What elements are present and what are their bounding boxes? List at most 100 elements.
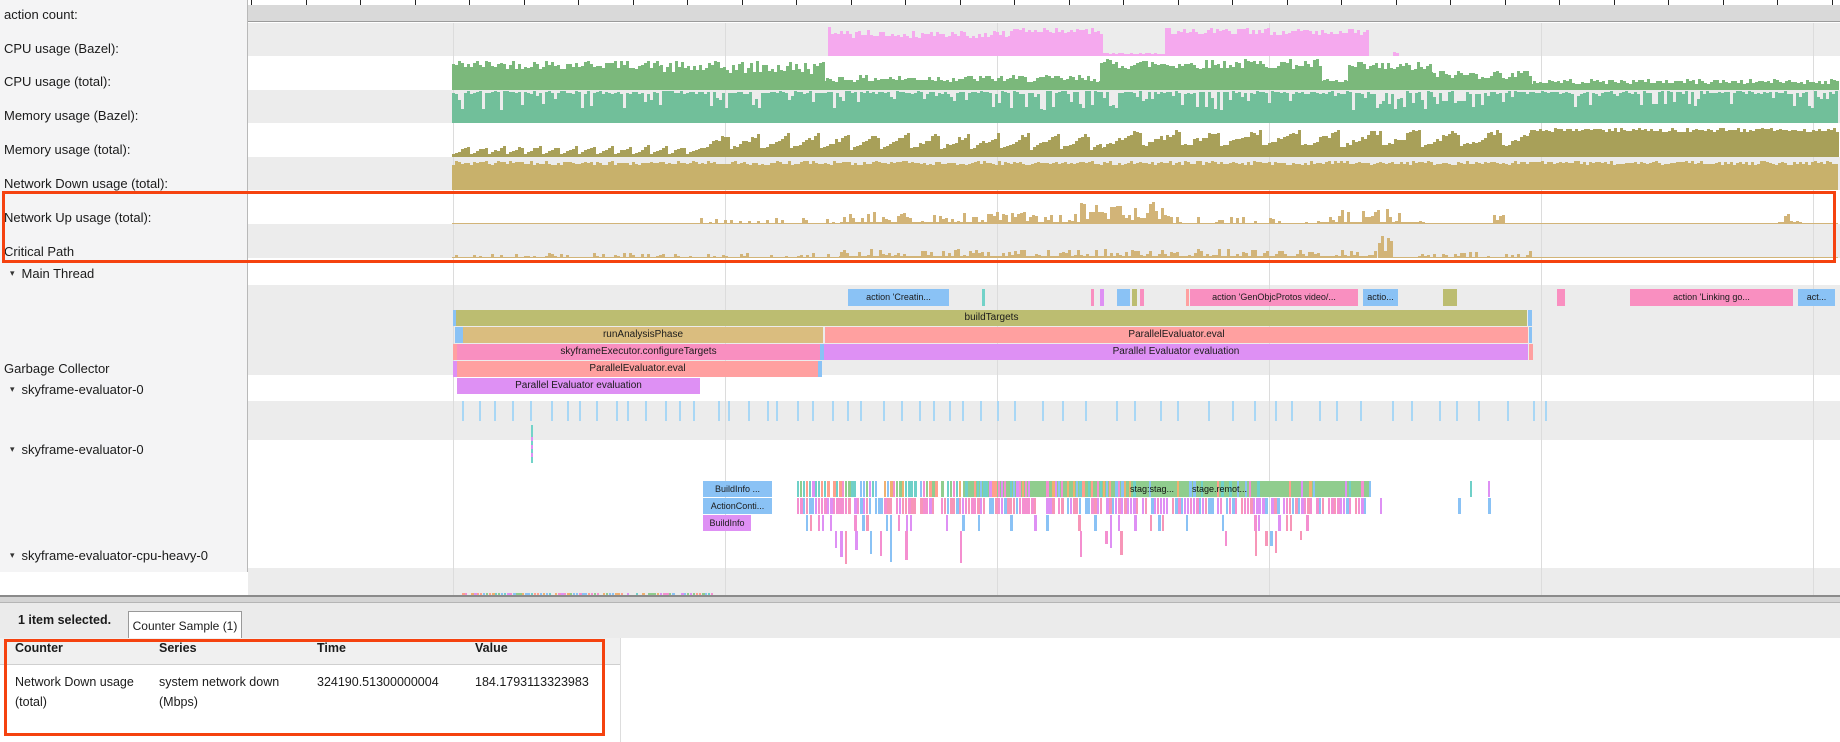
gc-tick (567, 401, 569, 421)
trace-event[interactable]: ActionConti... (703, 498, 772, 514)
trace-sliver (1301, 481, 1303, 497)
sidebar-item-8[interactable]: ▾Main Thread (0, 265, 246, 281)
panel-resize-handle[interactable] (0, 595, 1840, 603)
trace-sliver (803, 481, 805, 497)
trace-event[interactable] (455, 327, 463, 343)
trace-sliver (821, 498, 823, 514)
sidebar-item-0[interactable]: action count: (0, 6, 250, 22)
trace-sliver (1283, 498, 1285, 514)
trace-event[interactable]: skyframeExecutor.configureTargets (457, 344, 820, 360)
collapse-arrow-icon[interactable]: ▾ (10, 444, 15, 455)
trace-event[interactable]: BuildInfo ... (703, 481, 772, 497)
trace-sliver (1078, 515, 1081, 531)
trace-sliver (855, 531, 858, 550)
trace-event[interactable] (1091, 289, 1094, 306)
trace-sliver (1166, 498, 1168, 514)
sidebar-item-1[interactable]: CPU usage (Bazel): (0, 40, 250, 56)
trace-event[interactable]: Parallel Evaluator evaluation (457, 378, 700, 394)
track-label: Garbage Collector (4, 361, 110, 376)
timeline-canvas[interactable]: action 'Creatin... action 'GenObjcProtos … (0, 23, 1840, 595)
trace-event[interactable] (1100, 289, 1104, 306)
trace-sliver (953, 498, 955, 514)
trace-sliver (1225, 531, 1227, 546)
trace-sliver (1340, 498, 1342, 514)
trace-event[interactable] (818, 361, 822, 377)
sidebar-item-5[interactable]: Network Down usage (total): (0, 175, 250, 191)
trace-sliver (1091, 481, 1093, 497)
sidebar-item-7[interactable]: Critical Path (0, 243, 250, 259)
trace-sliver (946, 515, 948, 531)
trace-event[interactable] (1117, 289, 1130, 306)
trace-event[interactable]: actio... (1363, 289, 1398, 306)
trace-sliver (848, 498, 851, 514)
trace-sliver (962, 515, 965, 531)
trace-sliver (1345, 481, 1347, 497)
trace-sliver (824, 481, 826, 497)
trace-event[interactable] (1140, 289, 1144, 306)
trace-event[interactable]: BuildInfo (703, 515, 751, 531)
trace-sliver (1061, 481, 1063, 497)
trace-event[interactable] (1529, 344, 1533, 360)
trace-event-label: stage.remot... (1192, 484, 1247, 494)
gc-tick (1392, 401, 1394, 421)
gc-tick (1160, 401, 1162, 421)
sidebar-item-3[interactable]: Memory usage (Bazel): (0, 107, 250, 123)
trace-event[interactable]: action 'GenObjcProtos video/... (1190, 289, 1358, 306)
trace-event[interactable]: buildTargets (456, 310, 1527, 326)
trace-sliver (1309, 481, 1312, 497)
trace-sliver (845, 498, 847, 514)
trace-sliver (1349, 498, 1351, 514)
trace-sliver (1130, 498, 1132, 514)
tab-counter-sample[interactable]: Counter Sample (1) (128, 611, 242, 639)
trace-sliver (1226, 498, 1228, 514)
trace-event[interactable] (1186, 289, 1189, 306)
trace-sliver (1304, 498, 1306, 514)
sidebar-item-6[interactable]: Network Up usage (total): (0, 209, 250, 225)
trace-event[interactable]: action 'Linking go... (1630, 289, 1793, 306)
trace-event[interactable]: act... (1798, 289, 1835, 306)
collapse-arrow-icon[interactable]: ▾ (10, 384, 15, 395)
sidebar-item-12[interactable]: ▾skyframe-evaluator-cpu-heavy-0 (0, 547, 246, 563)
sidebar-item-11[interactable]: ▾skyframe-evaluator-0 (0, 441, 246, 457)
trace-sliver (920, 481, 922, 497)
gc-tick (1116, 401, 1118, 421)
trace-sliver (905, 498, 907, 514)
collapse-arrow-icon[interactable]: ▾ (10, 550, 15, 561)
trace-event[interactable] (1557, 289, 1565, 306)
trace-sliver (869, 498, 871, 514)
gc-tick (1014, 401, 1016, 421)
trace-sliver (1121, 498, 1123, 514)
trace-sliver (1055, 481, 1057, 497)
trace-sliver (941, 481, 944, 497)
gc-tick (997, 401, 999, 421)
trace-event[interactable]: ParallelEvaluator.eval (457, 361, 818, 377)
trace-event[interactable]: runAnalysisPhase (463, 327, 823, 343)
trace-event[interactable] (982, 289, 985, 306)
sidebar-item-9[interactable]: Garbage Collector (0, 360, 250, 376)
trace-sliver (1097, 498, 1099, 514)
process-header[interactable]: ▾ Process 1 (0, 5, 1840, 22)
sidebar-item-4[interactable]: Memory usage (total): (0, 141, 250, 157)
trace-sliver (880, 531, 882, 556)
trace-sliver (872, 481, 874, 497)
trace-event[interactable]: action 'Creatin... (848, 289, 949, 306)
trace-event[interactable] (1528, 310, 1532, 326)
collapse-arrow-icon[interactable]: ▾ (10, 268, 15, 279)
trace-sliver (1134, 515, 1137, 531)
trace-event[interactable] (1132, 289, 1137, 306)
trace-event[interactable]: ParallelEvaluator.eval (825, 327, 1528, 343)
trace-sliver (881, 498, 883, 514)
trace-sliver (1028, 498, 1030, 514)
trace-event[interactable]: Parallel Evaluator evaluation (824, 344, 1528, 360)
sidebar-item-2[interactable]: CPU usage (total): (0, 73, 250, 89)
counter-sample-table: CounterSeriesTimeValue Network Down usag… (0, 638, 1840, 742)
trace-sliver (815, 498, 817, 514)
trace-event[interactable] (1529, 327, 1532, 343)
trace-sliver (1097, 481, 1099, 497)
trace-sliver (827, 481, 830, 497)
trace-sliver (1289, 498, 1291, 514)
trace-sliver (821, 481, 823, 497)
trace-event[interactable] (1443, 289, 1457, 306)
sidebar-item-10[interactable]: ▾skyframe-evaluator-0 (0, 381, 246, 397)
trace-sliver (1088, 481, 1090, 497)
